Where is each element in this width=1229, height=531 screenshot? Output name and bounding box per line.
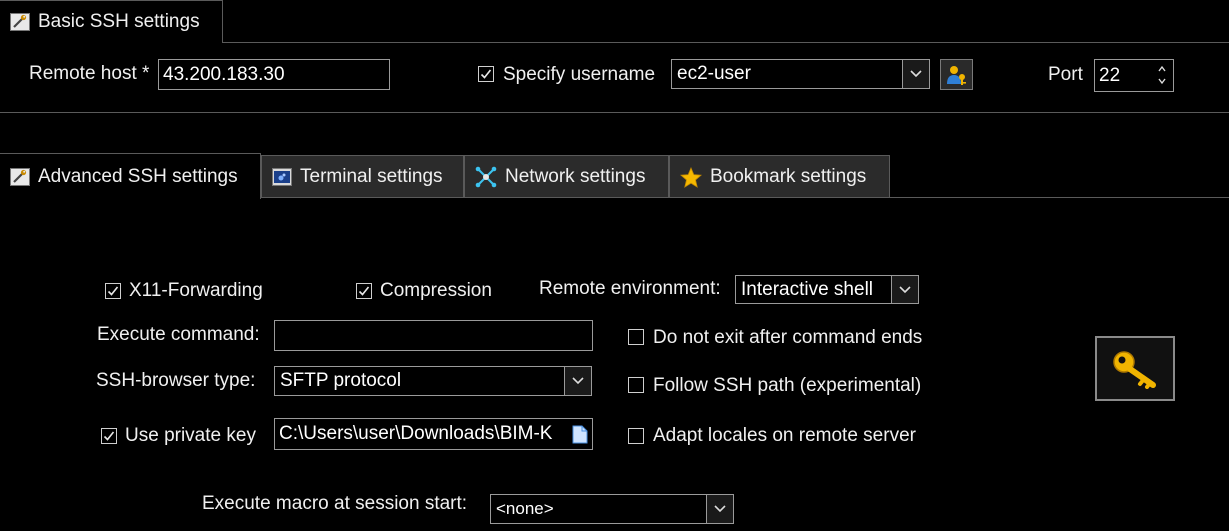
ssh-browser-type-label: SSH-browser type: bbox=[96, 370, 256, 391]
chevron-down-icon[interactable] bbox=[564, 367, 591, 395]
private-key-path-value: C:\Users\user\Downloads\BIM-K bbox=[279, 423, 553, 444]
tabs-underline bbox=[261, 197, 1229, 198]
remote-environment-label: Remote environment: bbox=[539, 278, 721, 299]
tab-label: Terminal settings bbox=[300, 166, 443, 187]
username-select[interactable]: ec2-user bbox=[671, 59, 930, 89]
spinner-arrows-icon[interactable] bbox=[1157, 63, 1167, 91]
port-label: Port bbox=[1048, 64, 1083, 85]
execute-macro-select[interactable]: <none> bbox=[490, 494, 734, 524]
tab-bookmark-settings[interactable]: Bookmark settings bbox=[669, 155, 890, 198]
chevron-down-icon[interactable] bbox=[891, 276, 918, 303]
private-key-path-input[interactable]: C:\Users\user\Downloads\BIM-K bbox=[274, 418, 593, 450]
tab-terminal-settings[interactable]: Terminal settings bbox=[261, 155, 464, 198]
tab-label: Network settings bbox=[505, 166, 646, 187]
remote-host-label: Remote host * bbox=[29, 63, 150, 84]
adapt-locales-checkbox[interactable] bbox=[628, 428, 644, 444]
execute-command-label: Execute command: bbox=[97, 324, 260, 345]
checkmark-icon bbox=[103, 431, 115, 441]
do-not-exit-checkbox[interactable] bbox=[628, 329, 644, 345]
ssh-browser-type-select[interactable]: SFTP protocol bbox=[274, 366, 592, 396]
ssh-browser-type-value: SFTP protocol bbox=[280, 370, 402, 391]
chevron-down-icon[interactable] bbox=[706, 495, 733, 523]
tab-basic-ssh-settings[interactable]: Basic SSH settings bbox=[0, 0, 223, 43]
port-value: 22 bbox=[1099, 64, 1121, 86]
tab-label: Advanced SSH settings bbox=[38, 165, 238, 187]
user-manager-button[interactable] bbox=[940, 59, 973, 90]
adapt-locales-label: Adapt locales on remote server bbox=[653, 425, 916, 446]
do-not-exit-label: Do not exit after command ends bbox=[653, 327, 923, 348]
specify-username-checkbox[interactable] bbox=[478, 66, 494, 82]
user-key-icon bbox=[946, 65, 966, 85]
execute-command-input[interactable] bbox=[274, 320, 593, 351]
tab-network-settings[interactable]: Network settings bbox=[464, 155, 669, 198]
key-manager-button[interactable] bbox=[1095, 336, 1175, 401]
checkmark-icon bbox=[107, 286, 119, 296]
key-icon bbox=[1113, 350, 1156, 389]
use-private-key-checkbox[interactable] bbox=[101, 428, 117, 444]
tab-label: Basic SSH settings bbox=[38, 11, 200, 32]
x11-forwarding-checkbox[interactable] bbox=[105, 283, 121, 299]
follow-ssh-path-checkbox[interactable] bbox=[628, 377, 644, 393]
network-icon bbox=[475, 166, 497, 188]
compression-label: Compression bbox=[380, 280, 492, 301]
tab-label: Bookmark settings bbox=[710, 166, 867, 187]
chevron-down-icon[interactable] bbox=[902, 60, 929, 88]
specify-username-label: Specify username bbox=[503, 64, 656, 85]
use-private-key-label: Use private key bbox=[125, 425, 256, 446]
tab-advanced-ssh-settings[interactable]: Advanced SSH settings bbox=[0, 153, 261, 199]
checkmark-icon bbox=[358, 286, 370, 296]
remote-host-value: 43.200.183.30 bbox=[163, 63, 285, 85]
star-icon bbox=[680, 166, 702, 188]
file-browse-icon[interactable] bbox=[572, 425, 588, 444]
username-value: ec2-user bbox=[677, 63, 751, 84]
remote-environment-select[interactable]: Interactive shell bbox=[735, 275, 919, 304]
section-divider bbox=[0, 112, 1229, 113]
follow-ssh-path-label: Follow SSH path (experimental) bbox=[653, 375, 922, 396]
terminal-icon bbox=[272, 168, 292, 186]
port-spinner[interactable]: 22 bbox=[1094, 59, 1174, 92]
wrench-icon bbox=[10, 167, 30, 186]
remote-environment-value: Interactive shell bbox=[741, 278, 874, 300]
compression-checkbox[interactable] bbox=[356, 283, 372, 299]
checkmark-icon bbox=[480, 69, 492, 79]
execute-macro-label: Execute macro at session start: bbox=[202, 493, 468, 514]
wrench-icon bbox=[10, 13, 30, 31]
remote-host-input[interactable]: 43.200.183.30 bbox=[158, 59, 390, 90]
basic-tab-underline bbox=[223, 42, 1229, 43]
x11-forwarding-label: X11-Forwarding bbox=[129, 280, 263, 301]
execute-macro-value: <none> bbox=[496, 499, 554, 518]
